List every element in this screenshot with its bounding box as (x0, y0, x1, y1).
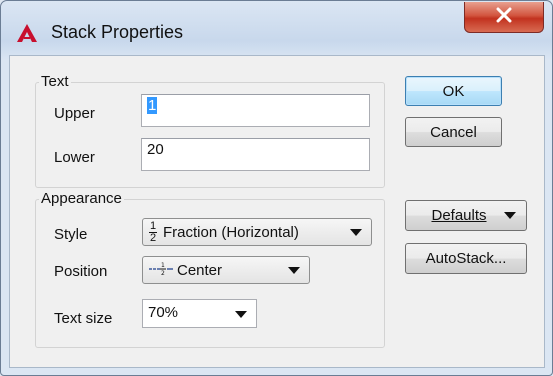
text-size-label: Text size (54, 310, 113, 327)
position-dropdown-value: Center (177, 261, 223, 279)
style-dropdown-value: Fraction (Horizontal) (163, 224, 299, 241)
autostack-button[interactable]: AutoStack... (405, 243, 527, 274)
ok-button-label: OK (442, 82, 465, 100)
ok-button[interactable]: OK (405, 76, 502, 106)
text-size-dropdown-value: 70% (148, 304, 179, 321)
defaults-button[interactable]: Defaults (405, 200, 527, 231)
position-center-icon: 1 2 (149, 261, 173, 279)
position-label: Position (54, 263, 108, 280)
title-bar[interactable]: Stack Properties (1, 1, 552, 53)
close-icon (495, 7, 513, 27)
position-dropdown[interactable]: 1 2 Center (142, 256, 310, 284)
chevron-down-icon (235, 311, 247, 318)
lower-label: Lower (54, 149, 95, 166)
style-dropdown[interactable]: 12 Fraction (Horizontal) (142, 218, 372, 246)
svg-text:2: 2 (161, 270, 165, 275)
dialog-client-area: Text Upper 1 Lower 20 Appearance Style 1… (9, 55, 545, 368)
autocad-logo-icon (17, 24, 37, 42)
chevron-down-icon (350, 229, 362, 236)
chevron-down-icon (288, 267, 300, 274)
upper-input[interactable]: 1 (141, 94, 370, 127)
defaults-button-label: Defaults (431, 207, 487, 224)
text-size-dropdown[interactable]: 70% (142, 299, 257, 328)
cancel-button[interactable]: Cancel (405, 117, 502, 147)
dialog-window: Stack Properties Text Upper 1 Lower 20 A… (0, 0, 553, 376)
upper-input-value: 1 (147, 97, 158, 114)
close-button[interactable] (464, 2, 544, 33)
appearance-group-label: Appearance (39, 190, 124, 207)
upper-label: Upper (54, 105, 95, 122)
lower-input-value: 20 (147, 141, 164, 158)
style-label: Style (54, 226, 88, 243)
svg-text:1: 1 (161, 262, 165, 269)
lower-input[interactable]: 20 (141, 138, 370, 171)
window-title: Stack Properties (51, 22, 184, 42)
autostack-button-label: AutoStack... (425, 250, 507, 267)
fraction-icon: 12 (149, 220, 157, 244)
text-group-label: Text (39, 73, 71, 90)
cancel-button-label: Cancel (430, 123, 477, 141)
chevron-down-icon (504, 212, 516, 219)
